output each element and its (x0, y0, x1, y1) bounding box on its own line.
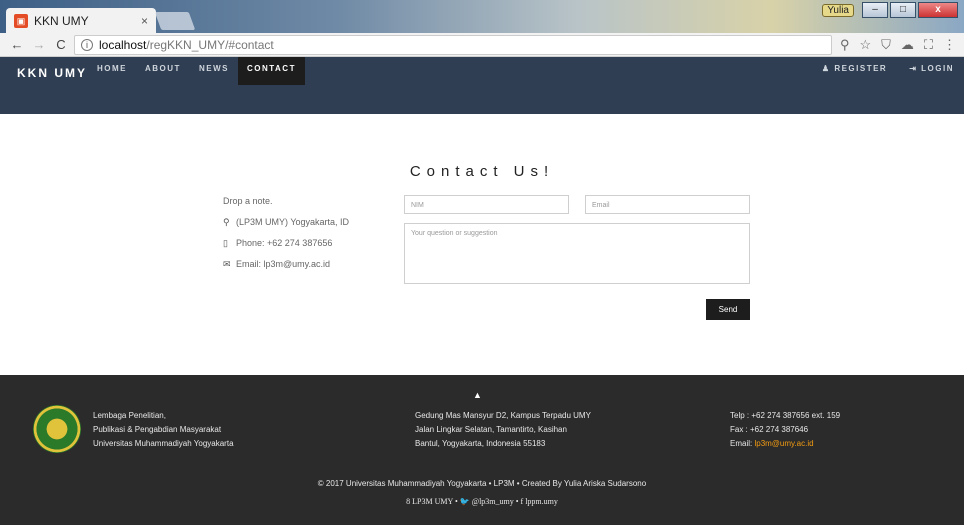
info-icon[interactable]: i (81, 38, 93, 51)
user-icon: ♟ (821, 64, 835, 73)
cloud-icon[interactable]: ☁ (901, 37, 914, 53)
new-tab-button[interactable] (154, 12, 196, 30)
browser-tabbar: ▣ KKN UMY × Yulia – □ x (0, 0, 964, 33)
address-bar: ← → C i localhost /regKKN_UMY/#contact ⚲… (0, 33, 964, 57)
url-path: /regKKN_UMY/#contact (146, 37, 274, 52)
email-link[interactable]: lp3m@umy.ac.id (754, 439, 813, 448)
social-links[interactable]: 8 LP3M UMY • 🐦 @lp3m_umy • f lppm.umy (0, 497, 964, 506)
maximize-button[interactable]: □ (890, 2, 916, 18)
org-name: Lembaga Penelitian, Publikasi & Pengabdi… (93, 409, 234, 451)
map-marker-icon: ⚲ (223, 217, 230, 227)
email-row: ✉ Email: lp3m@umy.ac.id (223, 258, 349, 279)
login-icon: ⇥ (909, 64, 922, 73)
tab-title: KKN UMY (34, 13, 89, 28)
url-host: localhost (99, 37, 147, 52)
reload-icon[interactable]: C (52, 37, 70, 52)
copyright: © 2017 Universitas Muhammadiyah Yogyakar… (317, 479, 647, 488)
email-text: Email: lp3m@umy.ac.id (236, 259, 330, 269)
scroll-top-icon[interactable]: ▲ (473, 390, 482, 400)
browser-tools: ⚲ ☆ ⛉ ☁ ⛶ ⋮ (840, 37, 956, 53)
contact-info: Drop a note. ⚲ (LP3M UMY) Yogyakarta, ID … (223, 195, 349, 279)
nim-input[interactable]: NIM (404, 195, 569, 214)
site-footer: Lembaga Penelitian, Publikasi & Pengabdi… (0, 375, 964, 525)
nav-home[interactable]: HOME (88, 57, 136, 85)
drop-note-text: Drop a note. (223, 196, 273, 206)
phone-icon: ▯ (223, 238, 228, 248)
fax-text: Fax : +62 274 387646 (730, 425, 809, 434)
minimize-button[interactable]: – (862, 2, 888, 18)
nav-news[interactable]: NEWS (190, 57, 238, 85)
envelope-icon: ✉ (223, 259, 231, 269)
contact-heading: Contact Us! (409, 163, 555, 180)
menu-icon[interactable]: ⋮ (943, 37, 956, 53)
close-window-button[interactable]: x (918, 2, 958, 18)
window-controls: Yulia – □ x (822, 2, 958, 18)
org-line: Lembaga Penelitian, (93, 411, 166, 420)
send-button[interactable]: Send (706, 299, 750, 320)
login-label: LOGIN (921, 64, 954, 73)
profile-badge[interactable]: Yulia (822, 3, 854, 17)
site-navbar: KKN UMY HOME ABOUT NEWS CONTACT ♟ REGIST… (0, 57, 964, 114)
forward-icon[interactable]: → (30, 37, 48, 52)
brand-logo[interactable]: KKN UMY (17, 66, 87, 80)
login-link[interactable]: ⇥ LOGIN (909, 57, 954, 81)
phone-row: ▯ Phone: +62 274 387656 (223, 237, 349, 258)
url-field[interactable]: i localhost /regKKN_UMY/#contact (74, 34, 832, 55)
nav-links: HOME ABOUT NEWS CONTACT (88, 57, 305, 85)
contact-details: Telp : +62 274 387656 ext. 159 Fax : +62… (730, 409, 840, 451)
drop-note: Drop a note. (223, 195, 349, 216)
nav-auth: ♟ REGISTER ⇥ LOGIN (822, 57, 954, 81)
nav-contact[interactable]: CONTACT (237, 57, 305, 85)
tab-close-icon[interactable]: × (141, 14, 148, 28)
email-label: Email: (730, 439, 753, 448)
bookmark-star-icon[interactable]: ☆ (859, 37, 871, 53)
telp-text: Telp : +62 274 387656 ext. 159 (730, 411, 841, 420)
address-line: Bantul, Yogyakarta, Indonesia 55183 (415, 439, 546, 448)
browser-tab[interactable]: ▣ KKN UMY × (6, 8, 156, 33)
back-icon[interactable]: ← (8, 37, 26, 52)
org-line: Universitas Muhammadiyah Yogyakarta (93, 439, 234, 448)
footer-email: Email: lp3m@umy.ac.id (730, 437, 840, 451)
zoom-icon[interactable]: ⚲ (840, 37, 850, 53)
location-text: (LP3M UMY) Yogyakarta, ID (236, 217, 350, 227)
umy-seal-logo (33, 405, 81, 453)
nav-about[interactable]: ABOUT (136, 57, 190, 85)
location-row: ⚲ (LP3M UMY) Yogyakarta, ID (223, 216, 349, 237)
address-line: Gedung Mas Mansyur D2, Kampus Terpadu UM… (415, 411, 591, 420)
org-line: Publikasi & Pengabdian Masyarakat (93, 425, 222, 434)
register-link[interactable]: ♟ REGISTER (822, 57, 887, 81)
favicon-icon: ▣ (14, 13, 28, 28)
address-line: Jalan Lingkar Selatan, Tamantirto, Kasih… (415, 425, 567, 434)
extension-icon[interactable]: ⛉ (881, 37, 891, 53)
email-input[interactable]: Email (585, 195, 750, 214)
phone-text: Phone: +62 274 387656 (236, 238, 333, 248)
register-label: REGISTER (834, 64, 888, 73)
screenshot-icon[interactable]: ⛶ (924, 37, 933, 53)
address: Gedung Mas Mansyur D2, Kampus Terpadu UM… (415, 409, 591, 451)
message-textarea[interactable]: Your question or suggestion (404, 223, 750, 284)
